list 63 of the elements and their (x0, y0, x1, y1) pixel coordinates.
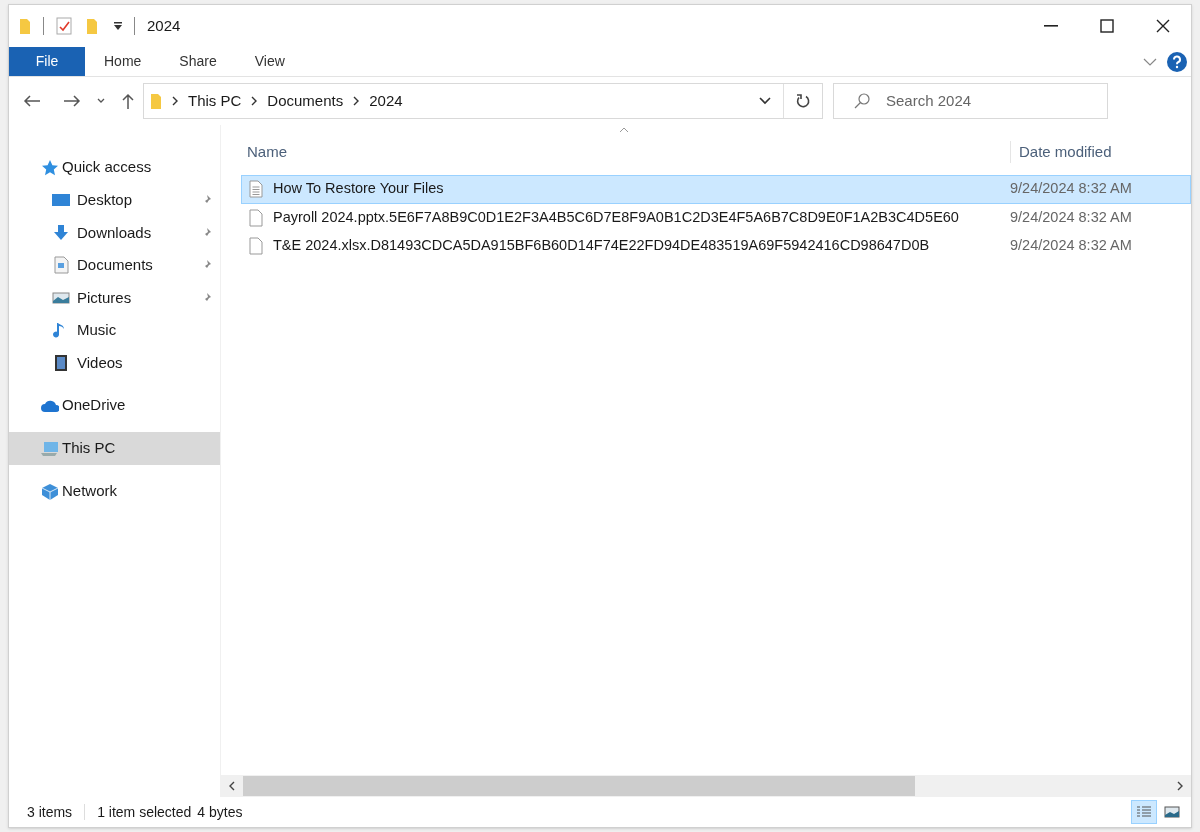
download-icon (52, 223, 70, 242)
file-row[interactable]: How To Restore Your Files 9/24/2024 8:32 AM (241, 175, 1191, 204)
folder-icon (150, 92, 162, 110)
pc-icon (41, 439, 59, 458)
nav-item[interactable]: Pictures (9, 281, 220, 314)
network-icon (41, 482, 59, 501)
videos-icon (52, 353, 70, 372)
nav-item[interactable]: Desktop (9, 184, 220, 217)
address-bar[interactable]: This PC Documents 2024 (143, 83, 823, 119)
nav-item[interactable]: Network (9, 475, 220, 508)
minimize-icon (1044, 25, 1058, 27)
breadcrumb-item[interactable]: 2024 (369, 89, 403, 113)
file-menu-tab[interactable]: File (9, 47, 85, 76)
dropdown-chevron-icon[interactable] (759, 97, 771, 105)
selection-count: 1 item selected (97, 802, 192, 822)
column-header[interactable]: Name (221, 140, 1011, 163)
scroll-left-icon[interactable] (229, 781, 235, 791)
refresh-icon[interactable] (796, 93, 810, 109)
column-header[interactable]: Date modified (1011, 140, 1112, 163)
blank-file-icon (249, 237, 263, 256)
selection-size: 4 bytes (197, 802, 243, 822)
help-icon[interactable] (1167, 51, 1187, 72)
nav-item[interactable]: OneDrive (9, 389, 220, 422)
forward-arrow-icon[interactable] (63, 94, 81, 108)
search-field[interactable]: Search 2024 (886, 89, 1107, 113)
item-count: 3 items (27, 802, 73, 822)
star-icon (41, 158, 59, 177)
ribbon-tab[interactable]: Share (160, 47, 236, 76)
scrollbar-thumb[interactable] (243, 776, 915, 796)
blank-file-icon (249, 208, 263, 227)
nav-item[interactable]: Downloads (9, 216, 220, 249)
nav-item[interactable]: Quick access (9, 151, 220, 184)
close-icon (1156, 19, 1170, 33)
file-row[interactable]: Payroll 2024.pptx.5E6F7A8B9C0D1E2F3A4B5C6D7E8F9A0B1C2D3E4F5A6B7C8D9E0F1A2B3C4D5E60 9/24/2024 8:32 AM (241, 203, 1191, 232)
chevron-icon[interactable] (251, 96, 258, 106)
list-icon (1136, 805, 1152, 819)
chevron-icon[interactable] (353, 96, 360, 106)
ribbon-tab[interactable]: View (235, 47, 304, 76)
back-arrow-icon[interactable] (23, 94, 41, 108)
picture-icon (1164, 805, 1180, 819)
maximize-icon (1100, 19, 1114, 33)
documents-icon (52, 256, 70, 275)
nav-item[interactable]: Documents (9, 249, 220, 282)
nav-item[interactable]: Music (9, 314, 220, 347)
nav-item[interactable]: This PC (9, 432, 220, 465)
search-box[interactable]: Search 2024 (833, 83, 1108, 119)
horizontal-scrollbar[interactable] (221, 775, 1191, 797)
file-row[interactable]: T&E 2024.xlsx.D81493CDCA5DA915BF6B60D14F74E22FD94DE483519A69F5942416CD98647D0B 9/24/2024 8:32 AM (241, 232, 1191, 261)
ribbon-tab[interactable]: Home (85, 47, 161, 76)
customize-dropdown-icon[interactable] (114, 22, 122, 30)
search-icon (854, 93, 870, 109)
breadcrumb-item[interactable]: This PC (188, 89, 242, 113)
nav-item[interactable]: Videos (9, 346, 220, 379)
expand-ribbon-icon[interactable] (1143, 57, 1157, 66)
recent-chevron-icon[interactable] (97, 98, 105, 104)
breadcrumb-item[interactable]: Documents (267, 89, 344, 113)
properties-icon[interactable] (56, 17, 72, 35)
sort-ascending-icon (619, 127, 629, 133)
window-title: 2024 (147, 15, 181, 36)
text-document-icon (249, 180, 263, 199)
chevron-icon[interactable] (172, 96, 178, 106)
scroll-right-icon[interactable] (1177, 781, 1183, 791)
up-arrow-icon[interactable] (121, 93, 135, 109)
